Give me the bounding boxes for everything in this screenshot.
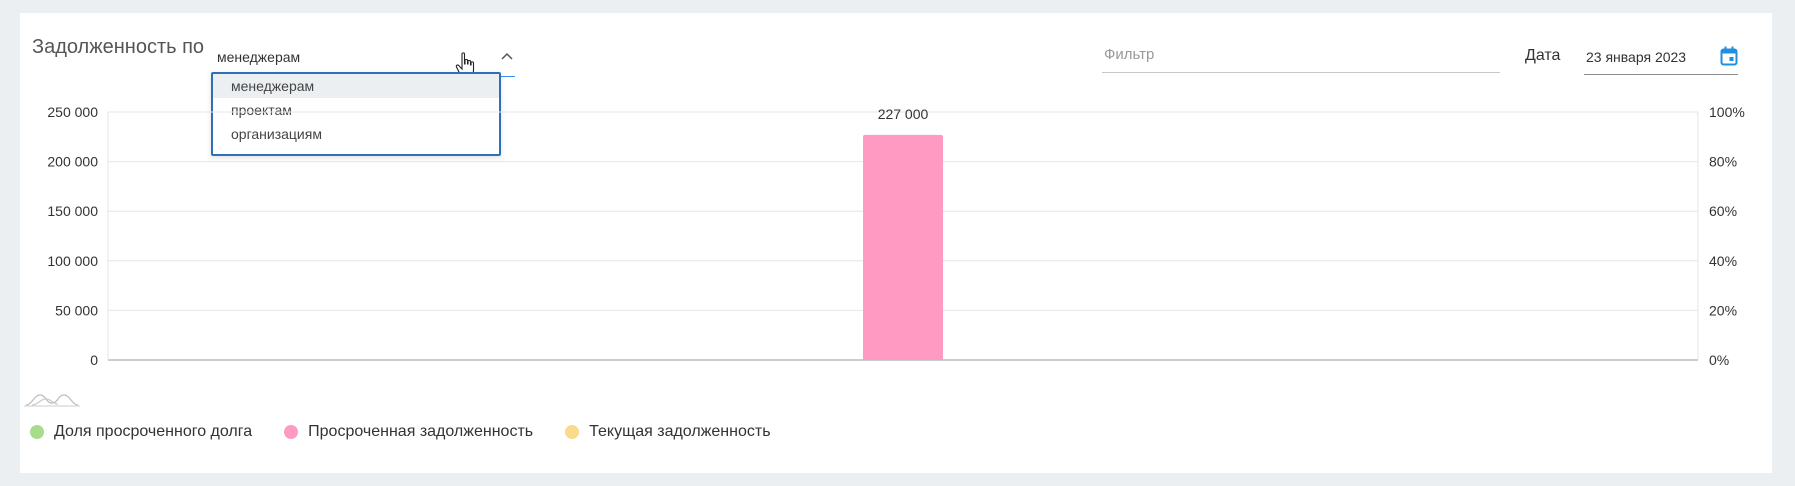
y-left-tick-label: 0 <box>90 352 98 368</box>
chart-minimap-icon <box>24 394 80 407</box>
legend-color-dot <box>565 425 580 439</box>
legend-item[interactable]: Доля просроченного долга <box>30 423 252 441</box>
legend-color-dot <box>30 425 44 439</box>
y-left-tick-label: 200 000 <box>47 154 98 170</box>
y-left-tick-label: 150 000 <box>47 203 98 219</box>
y-right-tick-label: 100% <box>1709 104 1745 120</box>
y-right-tick-label: 0% <box>1709 352 1729 368</box>
legend-item[interactable]: Просроченная задолженность <box>284 423 533 441</box>
bar-data-label: 227 000 <box>878 106 929 122</box>
y-left-tick-label: 50 000 <box>55 302 98 318</box>
y-right-tick-label: 40% <box>1709 253 1737 269</box>
bar <box>863 134 943 360</box>
y-left-tick-label: 250 000 <box>47 104 98 120</box>
bar-chart: 0 0% 50 000 20% 100 000 40% 150 000 60% 200 000 8… <box>47 104 1745 368</box>
legend-item[interactable]: Текущая задолженность <box>565 423 771 441</box>
y-right-tick-label: 20% <box>1709 302 1737 318</box>
chart-legend: Доля просроченного долга Просроченная зад… <box>30 423 803 441</box>
legend-color-dot <box>284 425 299 439</box>
legend-label: Текущая задолженность <box>589 423 771 440</box>
y-right-tick-label: 80% <box>1709 154 1737 170</box>
legend-label: Просроченная задолженность <box>308 423 534 440</box>
y-right-tick-label: 60% <box>1709 203 1737 219</box>
legend-label: Доля просроченного долга <box>54 423 253 440</box>
y-left-tick-label: 100 000 <box>47 253 98 269</box>
